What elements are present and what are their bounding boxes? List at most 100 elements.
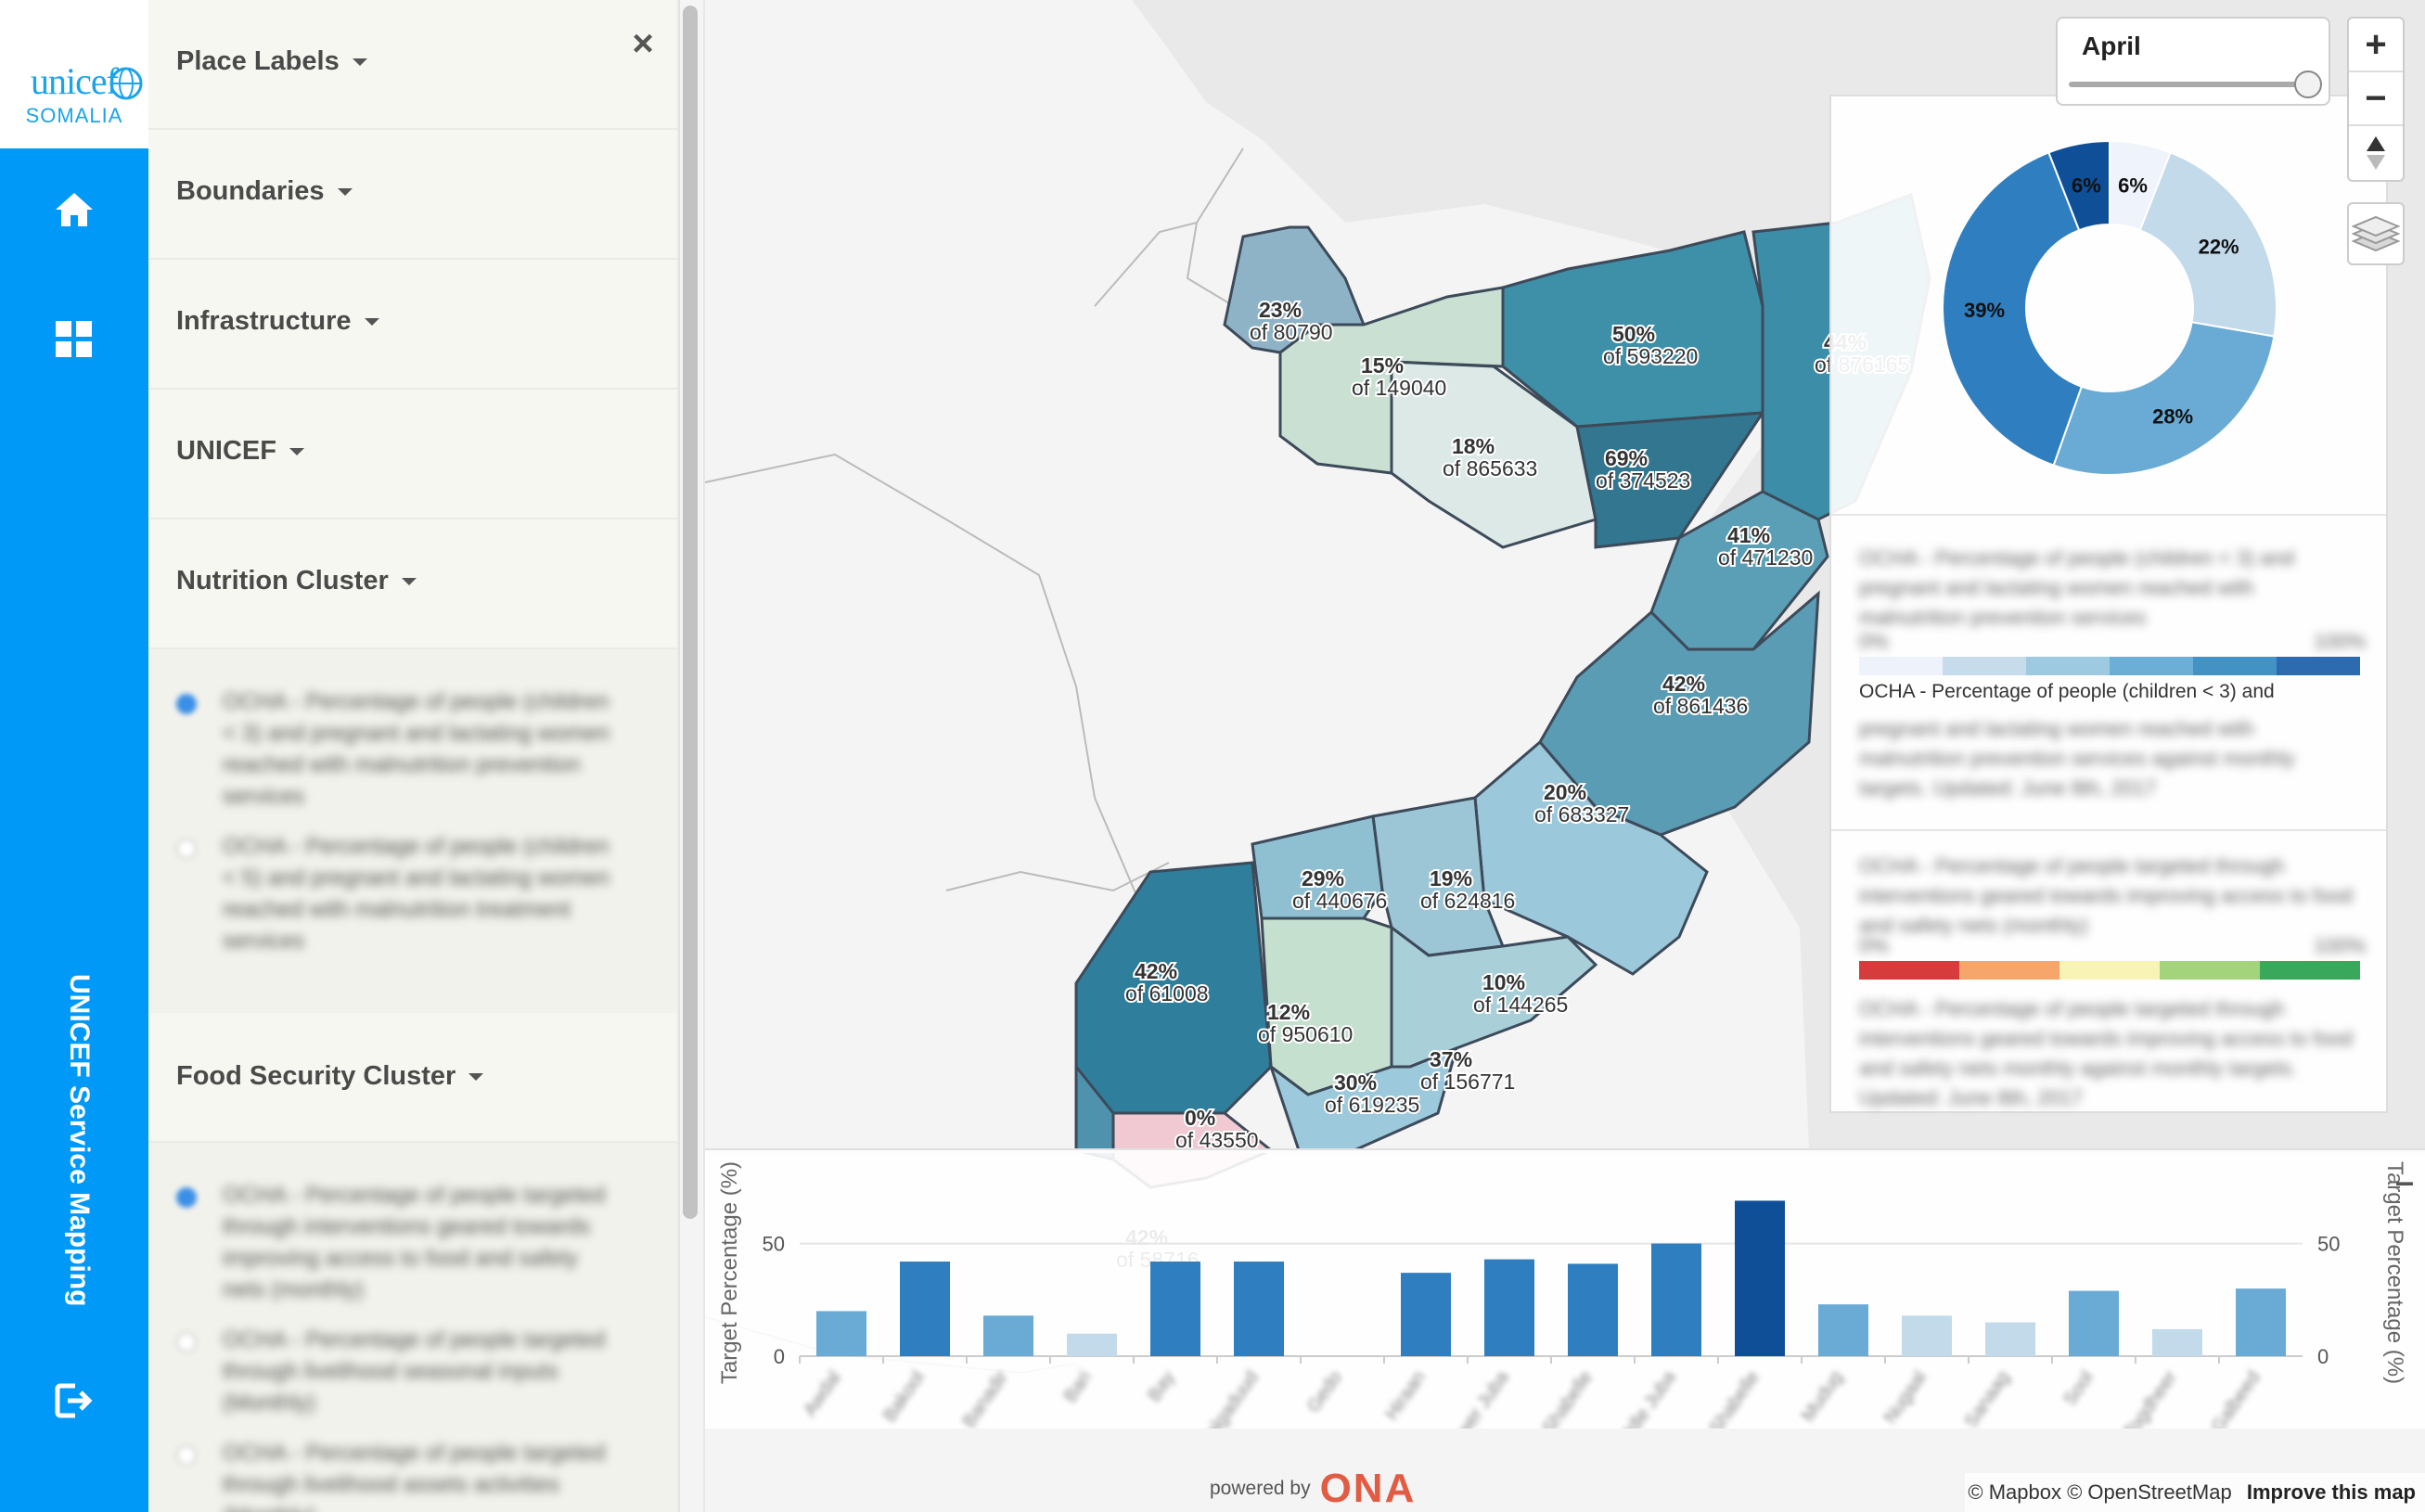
radio-button[interactable] <box>176 694 197 714</box>
layer-option[interactable]: OCHA - Percentage of people targeted thr… <box>176 1180 659 1310</box>
legend-color-swatch <box>2277 657 2360 675</box>
logout-icon[interactable] <box>46 1373 102 1429</box>
region-percentage: 37% <box>1430 1047 1472 1071</box>
food-security-layer-list: OCHA - Percentage of people targeted thr… <box>148 1143 677 1512</box>
region-target-count: of 374523 <box>1596 468 1690 493</box>
x-tick-label: Bakool <box>879 1367 929 1426</box>
region-percentage: 18% <box>1452 434 1495 458</box>
layer-option[interactable]: OCHA - Percentage of people (children < … <box>176 831 659 961</box>
y-tick-label: 50 <box>2317 1233 2340 1256</box>
zoom-in-button[interactable]: + <box>2349 19 2403 72</box>
donut-slice-label: 6% <box>2072 173 2101 197</box>
caret-down-icon <box>337 188 353 197</box>
region-percentage: 23% <box>1259 298 1302 322</box>
donut-slice-label: 22% <box>2199 236 2239 259</box>
radio-button[interactable] <box>176 839 197 859</box>
layer-option-label: OCHA - Percentage of people targeted thr… <box>223 1327 606 1416</box>
bar[interactable] <box>1234 1262 1284 1356</box>
powered-by: powered by ONA <box>1210 1466 1416 1512</box>
bar[interactable] <box>816 1311 866 1356</box>
section-boundaries[interactable]: Boundaries <box>148 130 677 260</box>
bar[interactable] <box>2152 1328 2202 1356</box>
legend-card-nutrition: OCHA - Percentage of people (children < … <box>1831 514 2386 829</box>
unicef-logo: unicef SOMALIA <box>0 0 148 148</box>
section-place-labels[interactable]: Place Labels <box>148 0 677 130</box>
legend-color-swatch <box>1859 961 1959 980</box>
bar[interactable] <box>1401 1273 1451 1356</box>
bar[interactable] <box>1735 1200 1785 1356</box>
globe-icon <box>109 67 143 100</box>
layers-button[interactable] <box>2347 202 2405 265</box>
layer-option[interactable]: OCHA - Percentage of people (children < … <box>176 686 659 816</box>
bar[interactable] <box>1902 1315 1952 1356</box>
legend-color-swatch <box>1959 961 2059 980</box>
caret-down-icon <box>289 448 304 456</box>
radio-button[interactable] <box>176 1332 197 1352</box>
section-nutrition-cluster[interactable]: Nutrition Cluster <box>148 519 677 649</box>
bar[interactable] <box>2069 1290 2119 1356</box>
layer-option-label: OCHA - Percentage of people (children < … <box>223 689 609 809</box>
x-tick-label: Hiraan <box>1381 1367 1430 1424</box>
section-unicef[interactable]: UNICEF <box>148 390 677 519</box>
region-percentage: 42% <box>1135 959 1177 983</box>
region-percentage: 0% <box>1185 1106 1215 1130</box>
slider-handle[interactable] <box>2294 70 2322 98</box>
target-bar-chart: 0 0 50 50 Awdal Bakool Banadir Bari Bay Galgaduu… <box>705 1150 2425 1500</box>
x-tick-label: Nugaal <box>1880 1367 1931 1428</box>
caret-down-icon <box>401 578 417 586</box>
section-food-security-cluster[interactable]: Food Security Cluster <box>148 1013 677 1143</box>
bar[interactable] <box>2236 1288 2286 1356</box>
home-icon[interactable] <box>46 182 102 237</box>
region-target-count: of 61008 <box>1125 981 1209 1006</box>
compass-north-button[interactable] <box>2349 126 2403 180</box>
section-label: Nutrition Cluster <box>176 566 389 596</box>
bar[interactable] <box>983 1315 1033 1356</box>
region-percentage: 19% <box>1430 866 1472 891</box>
bar[interactable] <box>1651 1243 1701 1356</box>
donut-slice-label: 6% <box>2118 173 2148 197</box>
month-label: April <box>2082 32 2141 60</box>
section-label: Place Labels <box>176 46 340 76</box>
section-label: Boundaries <box>176 176 325 206</box>
x-tick-label: Middle Shabelle <box>1671 1367 1764 1429</box>
layer-option[interactable]: OCHA - Percentage of people targeted thr… <box>176 1325 659 1427</box>
bar[interactable] <box>1568 1263 1618 1356</box>
donut-chart: 6% 22% 28% 39% 6% <box>1942 139 2277 476</box>
bar[interactable] <box>1484 1259 1534 1356</box>
bar[interactable] <box>900 1262 950 1356</box>
improve-map-link[interactable]: Improve this map <box>2247 1480 2416 1504</box>
legend-title: OCHA - Percentage of people (children < … <box>1859 546 2294 629</box>
app-title: UNICEF Service Mapping <box>64 974 95 1307</box>
bar[interactable] <box>1818 1304 1868 1356</box>
radio-button[interactable] <box>176 1445 197 1466</box>
section-label: Infrastructure <box>176 306 352 336</box>
y-axis-label-left: Target Percentage (%) <box>717 1161 742 1384</box>
y-tick-label: 0 <box>774 1345 785 1368</box>
x-tick-label: Sanaag <box>1961 1367 2015 1429</box>
dashboard-grid-icon[interactable] <box>46 312 102 367</box>
region-percentage: 41% <box>1727 523 1770 547</box>
region-target-count: of 950610 <box>1258 1022 1353 1046</box>
section-infrastructure[interactable]: Infrastructure <box>148 260 677 390</box>
layer-option[interactable]: OCHA - Percentage of people targeted thr… <box>176 1438 659 1512</box>
slider-track[interactable] <box>2069 82 2310 87</box>
legend-max: 100% <box>2314 934 2367 957</box>
donut-slice[interactable] <box>2052 321 2276 476</box>
bar-chart-svg: 0 0 50 50 Awdal Bakool Banadir Bari Bay Galgaduu… <box>717 1161 2414 1500</box>
zoom-out-button[interactable]: − <box>2349 72 2403 126</box>
scrollbar-thumb[interactable] <box>683 6 698 1219</box>
x-tick-label: Lower Shabelle <box>1507 1367 1597 1429</box>
region-percentage: 15% <box>1361 353 1404 378</box>
attribution-text[interactable]: © Mapbox © OpenStreetMap <box>1968 1480 2231 1504</box>
region-target-count: of 80790 <box>1250 320 1333 344</box>
legend-color-swatch <box>2026 657 2110 675</box>
bar[interactable] <box>1067 1333 1117 1356</box>
bar[interactable] <box>1150 1262 1200 1356</box>
month-slider[interactable]: April <box>2056 17 2330 106</box>
collapse-chart-button[interactable]: – <box>2395 1162 2414 1200</box>
layers-icon <box>2352 215 2400 252</box>
bar[interactable] <box>1985 1322 2035 1356</box>
radio-button[interactable] <box>176 1187 197 1208</box>
layer-option-label: OCHA - Percentage of people (children < … <box>223 834 609 954</box>
x-tick-label: Togdheer <box>2120 1367 2181 1429</box>
